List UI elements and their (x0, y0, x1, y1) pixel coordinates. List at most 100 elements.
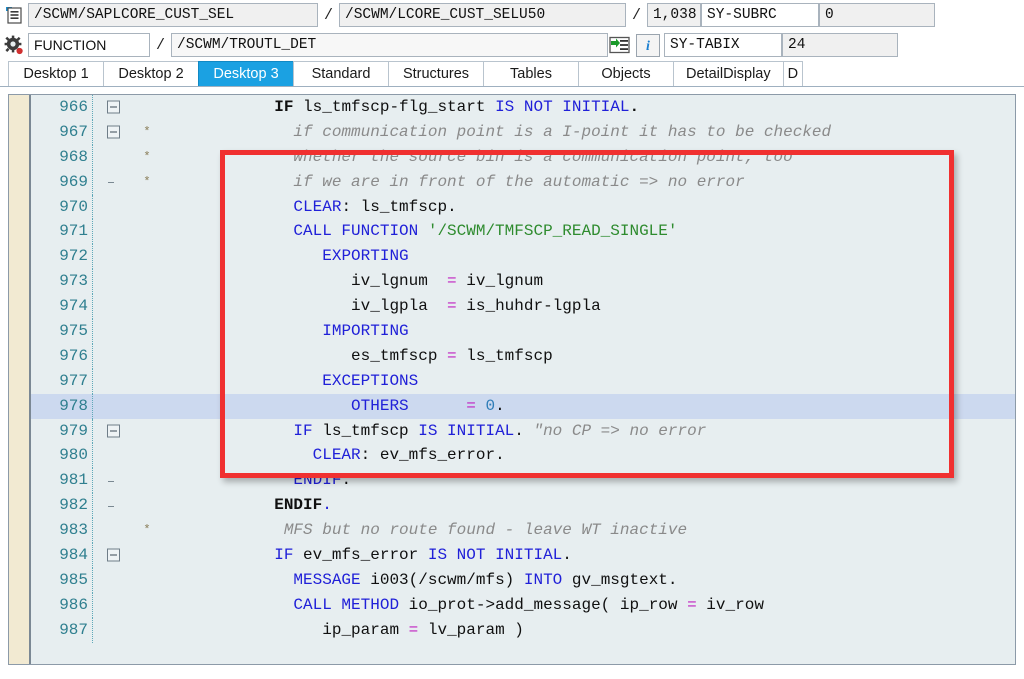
code-line[interactable]: 985 MESSAGE i003(/scwm/mfs) INTO gv_msgt… (31, 567, 1015, 593)
code-line[interactable]: 966 IF ls_tmfscp-flg_start IS NOT INITIA… (31, 95, 1015, 120)
code-line[interactable]: 979 IF ls_tmfscp IS INITIAL. "no CP => n… (31, 418, 1015, 444)
code-text: EXPORTING (159, 244, 1015, 269)
line-number: 983 (31, 518, 93, 544)
code-token: i003(/scwm/mfs) (360, 570, 524, 589)
code-text: IF ls_tmfscp-flg_start IS NOT INITIAL. (159, 95, 1015, 120)
sy-tabix-value: 24 (782, 33, 899, 57)
info-icon[interactable]: i (636, 33, 661, 57)
code-line[interactable]: 984 IF ev_mfs_error IS NOT INITIAL. (31, 543, 1015, 568)
tab-d[interactable]: D (782, 61, 804, 86)
code-text: ENDIF. (159, 493, 1015, 518)
code-token: = (447, 346, 457, 365)
code-line[interactable]: 983 * MFS but no route found - leave WT i… (31, 518, 1015, 544)
code-token: IS NOT INITIAL (495, 98, 630, 116)
code-line[interactable]: 981 ENDIF. (31, 468, 1015, 494)
code-token: '/SCWM/TMFSCP_READ_SINGLE' (427, 222, 678, 241)
comment-marker: * (143, 149, 151, 164)
code-line[interactable]: 968 * whether the source bin is a communi… (31, 144, 1015, 170)
separator-3: / (156, 36, 166, 54)
code-token: = (687, 595, 697, 614)
tab-desktop-3[interactable]: Desktop 3 (198, 61, 294, 86)
tab-desktop-2[interactable]: Desktop 2 (103, 61, 199, 86)
program-name-field[interactable]: /SCWM/SAPLCORE_CUST_SEL (28, 3, 318, 27)
code-token: OTHERS (351, 396, 409, 415)
code-line[interactable]: 987 ip_param = lv_param ) (31, 617, 1015, 643)
goto-statement-icon[interactable] (608, 34, 632, 57)
breakpoint-margin[interactable] (9, 95, 31, 664)
fold-end-tick-icon (108, 505, 114, 507)
code-line[interactable]: 977 EXCEPTIONS (31, 368, 1015, 394)
code-line[interactable]: 971 CALL FUNCTION '/SCWM/TMFSCP_READ_SIN… (31, 219, 1015, 245)
code-text: IF ls_tmfscp IS INITIAL. "no CP => no er… (159, 419, 1015, 444)
code-token: lv_param ) (418, 620, 524, 639)
code-token: . (495, 396, 505, 415)
code-line[interactable]: 982 ENDIF. (31, 493, 1015, 519)
code-line[interactable]: 967 * if communication point is a I-point… (31, 119, 1015, 145)
code-token: = (466, 396, 476, 415)
code-token: = (408, 620, 419, 639)
code-line[interactable]: 973 iv_lgnum = iv_lgnum (31, 269, 1015, 295)
separator-2: / (632, 6, 642, 24)
tab-label: Desktop 3 (213, 66, 279, 82)
code-text: ip_param = lv_param ) (159, 618, 1015, 643)
tab-label: Objects (601, 66, 651, 82)
code-text: MESSAGE i003(/scwm/mfs) INTO gv_msgtext. (159, 568, 1015, 593)
comment-marker: * (143, 174, 151, 189)
tab-structures[interactable]: Structures (388, 61, 484, 86)
tab-label: DetailDisplay (686, 66, 771, 82)
code-token: : ev_mfs_error. (360, 446, 505, 465)
code-line[interactable]: 975 IMPORTING (31, 319, 1015, 344)
code-token: gv_msgtext. (562, 570, 678, 589)
code-token: . (514, 421, 534, 440)
code-line[interactable]: 972 EXPORTING (31, 244, 1015, 270)
code-token: es_tmfscp (351, 346, 448, 365)
fold-collapse-icon[interactable] (107, 424, 120, 438)
code-line[interactable]: 976 es_tmfscp = ls_tmfscp (31, 343, 1015, 369)
fold-collapse-icon[interactable] (107, 548, 120, 562)
code-text: EXCEPTIONS (159, 369, 1015, 394)
code-token: . (562, 546, 572, 565)
code-token: IF (274, 546, 304, 565)
sy-subrc-value: 0 (819, 3, 936, 27)
code-line[interactable]: 980 CLEAR: ev_mfs_error. (31, 443, 1015, 469)
code-line[interactable]: 969 * if we are in front of the automatic… (31, 169, 1015, 195)
program-icon (2, 3, 26, 27)
code-lines-container[interactable]: 966 IF ls_tmfscp-flg_start IS NOT INITIA… (31, 95, 1015, 664)
line-number: 970 (31, 194, 93, 220)
line-number: 978 (31, 393, 93, 419)
code-line[interactable]: 974 iv_lgpla = is_huhdr-lgpla (31, 294, 1015, 320)
fold-collapse-icon[interactable] (107, 125, 120, 139)
code-token: iv_lgnum (351, 272, 448, 291)
source-code-panel: 966 IF ls_tmfscp-flg_start IS NOT INITIA… (8, 94, 1016, 665)
code-line[interactable]: 986 CALL METHOD io_prot->add_message( ip… (31, 592, 1015, 618)
line-number: 975 (31, 319, 93, 344)
tab-label: Standard (311, 66, 371, 82)
code-token: 0 (485, 396, 496, 415)
fold-end-tick-icon (108, 182, 114, 184)
svg-text:i: i (646, 39, 650, 53)
tab-desktop-1[interactable]: Desktop 1 (8, 61, 104, 86)
code-token: is_huhdr-lgpla (456, 297, 601, 316)
tab-objects[interactable]: Objects (578, 61, 674, 86)
sy-subrc-label[interactable]: SY-SUBRC (701, 3, 820, 27)
tab-label: Tables (510, 66, 552, 82)
sy-tabix-label[interactable]: SY-TABIX (664, 33, 783, 57)
code-line[interactable]: 978 OTHERS = 0. (31, 393, 1015, 419)
include-name-field[interactable]: /SCWM/LCORE_CUST_SELU50 (339, 3, 627, 27)
code-token: IF (293, 421, 323, 440)
code-text: ENDIF. (159, 468, 1015, 493)
code-token: iv_row (696, 595, 764, 614)
line-number-field[interactable]: 1,038 (647, 3, 702, 27)
tab-label: Structures (402, 66, 470, 82)
tab-label: Desktop 1 (23, 66, 89, 82)
code-token: ls_tmfscp (360, 197, 448, 216)
code-token: INTO (523, 570, 563, 589)
code-line[interactable]: 970 CLEAR: ls_tmfscp. (31, 194, 1015, 220)
code-token: . (322, 496, 332, 515)
event-kind-field[interactable]: FUNCTION (28, 33, 150, 57)
tab-tables[interactable]: Tables (483, 61, 579, 86)
event-name-field[interactable]: /SCWM/TROUTL_DET (171, 33, 609, 57)
tab-detaildisplay[interactable]: DetailDisplay (673, 61, 784, 86)
tab-standard[interactable]: Standard (293, 61, 389, 86)
fold-collapse-icon[interactable] (107, 100, 120, 114)
